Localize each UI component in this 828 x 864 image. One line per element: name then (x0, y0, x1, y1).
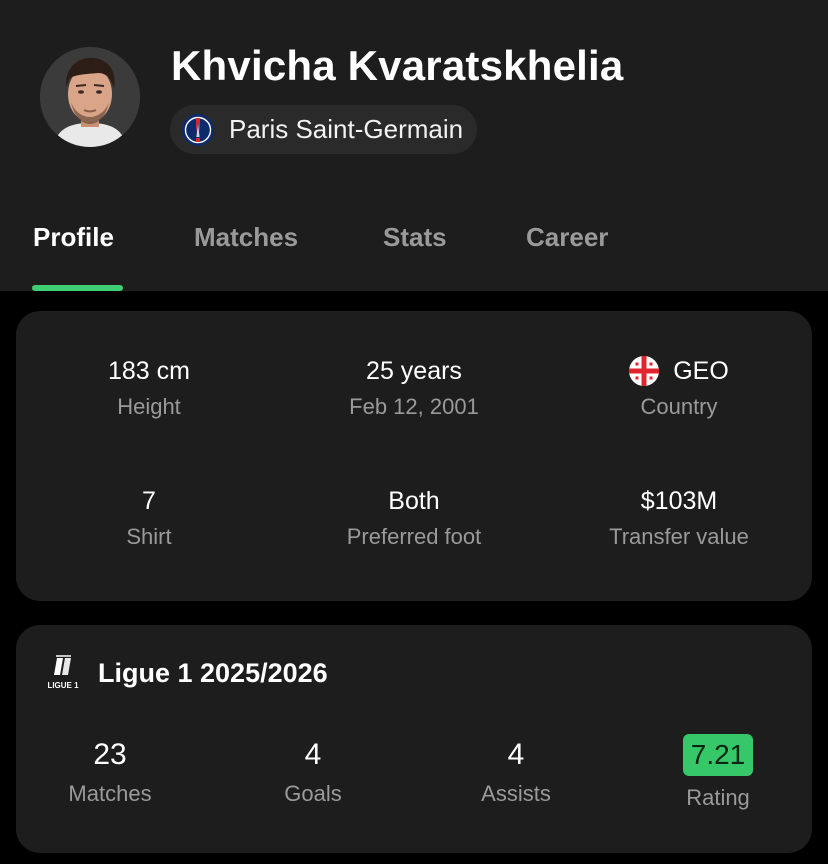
assists-value: 4 (507, 738, 525, 771)
rating-label: Rating (686, 785, 750, 810)
player-photo-icon (40, 47, 140, 147)
tab-career[interactable]: Career (526, 222, 608, 253)
age-cell: 25 years Feb 12, 2001 (294, 354, 534, 420)
height-label: Height (117, 394, 181, 419)
shirt-cell: 7 Shirt (29, 484, 269, 550)
transfer-value: $103M (640, 486, 718, 515)
team-chip[interactable]: Paris Saint-Germain (170, 105, 478, 154)
tab-matches[interactable]: Matches (194, 222, 298, 253)
transfer-label: Transfer value (609, 524, 749, 549)
goals-stat: 4 Goals (228, 735, 398, 807)
active-tab-indicator (32, 285, 123, 291)
psg-crest-icon (182, 113, 214, 146)
assists-stat: 4 Assists (431, 735, 601, 807)
tab-stats[interactable]: Stats (383, 222, 447, 253)
foot-cell: Both Preferred foot (294, 484, 534, 550)
shirt-value: 7 (142, 486, 156, 515)
matches-stat: 23 Matches (25, 735, 195, 807)
league-title: Ligue 1 2025/2026 (98, 657, 328, 688)
player-name: Khvicha Kvaratskhelia (171, 42, 624, 89)
profile-info-card: 183 cm Height 25 years Feb 12, 2001 GEO … (16, 311, 812, 601)
matches-value: 23 (93, 738, 127, 771)
ligue1-logo-icon: LIGUE 1 (47, 655, 79, 690)
birth-date: Feb 12, 2001 (349, 394, 479, 419)
tab-profile[interactable]: Profile (33, 222, 114, 253)
shirt-label: Shirt (126, 524, 172, 549)
league-header[interactable]: LIGUE 1 Ligue 1 2025/2026 (46, 655, 328, 691)
goals-label: Goals (284, 781, 342, 806)
georgia-flag-icon (629, 356, 660, 386)
matches-label: Matches (68, 781, 152, 806)
country-value: GEO (673, 356, 729, 385)
player-header: Khvicha Kvaratskhelia Paris Saint-Germai… (0, 0, 828, 291)
assists-label: Assists (481, 781, 551, 806)
league-stats-card[interactable]: LIGUE 1 Ligue 1 2025/2026 23 Matches 4 G… (16, 625, 812, 853)
rating-badge: 7.21 (682, 734, 754, 776)
rating-stat: 7.21 Rating (633, 734, 803, 811)
tab-bar: Profile Matches Stats Career (0, 222, 828, 291)
country-label: Country (640, 394, 718, 419)
team-name: Paris Saint-Germain (229, 114, 464, 144)
height-value: 183 cm (108, 356, 190, 385)
country-cell: GEO Country (559, 354, 799, 420)
player-avatar (40, 47, 140, 147)
transfer-cell: $103M Transfer value (559, 484, 799, 550)
ligue1-logo-text: LIGUE 1 (47, 681, 79, 690)
age-value: 25 years (366, 356, 462, 385)
height-cell: 183 cm Height (29, 354, 269, 420)
foot-value: Both (388, 486, 440, 515)
goals-value: 4 (304, 738, 322, 771)
foot-label: Preferred foot (346, 524, 482, 549)
